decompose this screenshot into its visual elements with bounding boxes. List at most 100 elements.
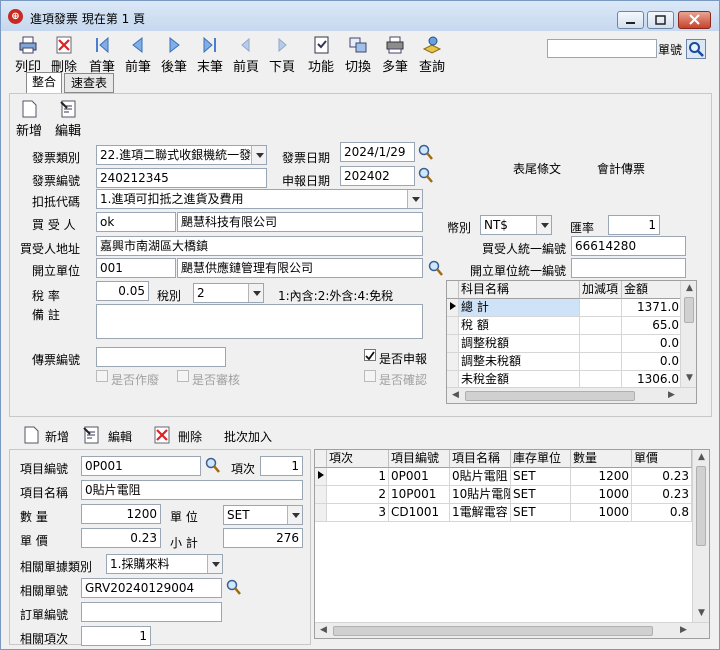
issuer-taxid-field[interactable]: [571, 258, 686, 278]
multi-record-button[interactable]: 多筆: [378, 35, 412, 75]
scroll-thumb[interactable]: [696, 466, 706, 546]
first-record-button[interactable]: 首筆: [85, 35, 119, 75]
detail-delete-button[interactable]: 刪除: [152, 425, 212, 447]
magnifier-icon[interactable]: [225, 579, 242, 596]
summary-cell-name[interactable]: 總 計: [459, 299, 580, 317]
unit-select[interactable]: SET: [223, 505, 303, 525]
voucher-no-field[interactable]: [96, 347, 226, 367]
ref-type-select[interactable]: 1.採購來料: [106, 554, 223, 574]
rate-field[interactable]: 1: [608, 215, 660, 235]
seq-field[interactable]: 1: [260, 456, 303, 476]
table-row[interactable]: 2 10P001 10貼片電阻 SET 1000 0.23: [315, 486, 709, 504]
summary-col-name[interactable]: 科目名稱: [459, 281, 580, 299]
qty-field[interactable]: 1200: [81, 504, 161, 524]
items-horizontal-scrollbar[interactable]: ◀ ▶: [315, 622, 709, 638]
summary-cell-sign[interactable]: [580, 353, 622, 371]
table-row[interactable]: 1 0P001 0貼片電阻 SET 1200 0.23: [315, 468, 709, 486]
magnifier-icon[interactable]: [417, 167, 434, 184]
prev-record-button[interactable]: 前筆: [121, 35, 155, 75]
tax-rate-field[interactable]: 0.05: [96, 281, 149, 301]
items-vertical-scrollbar[interactable]: ▲ ▼: [692, 450, 709, 622]
items-cell-name[interactable]: 10貼片電阻: [450, 486, 511, 504]
tax-type-select[interactable]: 2: [193, 283, 264, 303]
item-name-field[interactable]: 0貼片電阻: [81, 480, 303, 500]
summary-cell-amount[interactable]: 65.0: [622, 317, 682, 335]
buyer-taxid-field[interactable]: 66614280: [571, 236, 686, 256]
items-col-qty[interactable]: 數量: [571, 450, 632, 468]
items-cell-name[interactable]: 1電解電容: [450, 504, 511, 522]
items-cell-unit[interactable]: SET: [511, 486, 571, 504]
scroll-right-icon[interactable]: ▶: [663, 390, 680, 400]
search-button[interactable]: [686, 39, 706, 59]
summary-horizontal-scrollbar[interactable]: ◀ ▶: [447, 387, 696, 403]
chevron-down-icon[interactable]: [251, 146, 266, 164]
scroll-thumb[interactable]: [333, 626, 653, 636]
summary-cell-sign[interactable]: [580, 335, 622, 353]
detail-edit-button[interactable]: 編輯: [81, 425, 141, 447]
items-col-seq[interactable]: 項次: [327, 450, 389, 468]
issuer-name-field[interactable]: 颶慧供應鏈管理有限公司: [177, 258, 423, 278]
query-button[interactable]: 查詢: [415, 35, 449, 75]
scroll-down-icon[interactable]: ▼: [693, 608, 709, 618]
invoice-no-field[interactable]: 240212345: [96, 168, 267, 188]
prev-page-button[interactable]: 前頁: [229, 35, 263, 75]
items-cell-price[interactable]: 0.8: [632, 504, 692, 522]
table-row[interactable]: 3 CD1001 1電解電容 SET 1000 0.8: [315, 504, 709, 522]
items-cell-qty[interactable]: 1000: [571, 504, 632, 522]
footer-text-link[interactable]: 表尾條文: [513, 160, 561, 177]
summary-cell-sign[interactable]: [580, 299, 622, 317]
items-col-price[interactable]: 單價: [632, 450, 692, 468]
summary-row[interactable]: 調整稅額 0.0: [447, 335, 696, 353]
currency-select[interactable]: NT$: [480, 215, 552, 235]
scroll-right-icon[interactable]: ▶: [675, 625, 692, 635]
items-cell-seq[interactable]: 2: [327, 486, 389, 504]
header-add-button[interactable]: 新增: [13, 99, 45, 139]
items-col-name[interactable]: 項目名稱: [450, 450, 511, 468]
summary-cell-name[interactable]: 調整未稅額: [459, 353, 580, 371]
tab-integrated[interactable]: 整合: [26, 72, 62, 94]
summary-cell-amount[interactable]: 0.0: [622, 353, 682, 371]
report-date-field[interactable]: 202402: [340, 166, 415, 186]
deduction-code-select[interactable]: 1.進項可扣抵之進貨及費用: [96, 189, 423, 209]
chevron-down-icon[interactable]: [536, 216, 551, 234]
summary-vertical-scrollbar[interactable]: ▲ ▼: [680, 281, 696, 387]
items-cell-qty[interactable]: 1000: [571, 486, 632, 504]
summary-cell-amount[interactable]: 0.0: [622, 335, 682, 353]
print-button[interactable]: 列印: [11, 35, 45, 75]
buyer-code-field[interactable]: ok: [96, 212, 176, 232]
items-cell-price[interactable]: 0.23: [632, 486, 692, 504]
next-record-button[interactable]: 後筆: [157, 35, 191, 75]
order-no-field[interactable]: [81, 602, 222, 622]
summary-cell-name[interactable]: 稅 額: [459, 317, 580, 335]
scroll-up-icon[interactable]: ▲: [681, 283, 696, 293]
note-textarea[interactable]: [96, 304, 423, 339]
items-cell-seq[interactable]: 1: [327, 468, 389, 486]
scroll-left-icon[interactable]: ◀: [315, 625, 332, 635]
summary-cell-sign[interactable]: [580, 317, 622, 335]
tab-quick-lookup[interactable]: 速查表: [64, 73, 114, 93]
chevron-down-icon[interactable]: [407, 190, 422, 208]
summary-row[interactable]: 總 計 1371.0: [447, 299, 696, 317]
maximize-button[interactable]: [647, 11, 674, 29]
items-col-code[interactable]: 項目編號: [389, 450, 450, 468]
buyer-address-field[interactable]: 嘉興市南湖區大橋鎮: [96, 236, 423, 256]
item-code-field[interactable]: 0P001: [81, 456, 201, 476]
items-cell-name[interactable]: 0貼片電阻: [450, 468, 511, 486]
items-cell-seq[interactable]: 3: [327, 504, 389, 522]
function-button[interactable]: 功能: [304, 35, 338, 75]
summary-cell-amount[interactable]: 1371.0: [622, 299, 682, 317]
confirm-checkbox[interactable]: [364, 370, 376, 382]
summary-col-amount[interactable]: 金額: [622, 281, 682, 299]
audit-checkbox[interactable]: [177, 370, 189, 382]
void-checkbox[interactable]: [96, 370, 108, 382]
items-cell-unit[interactable]: SET: [511, 468, 571, 486]
chevron-down-icon[interactable]: [287, 506, 302, 524]
subtotal-field[interactable]: 276: [223, 528, 303, 548]
delete-button[interactable]: 刪除: [47, 35, 81, 75]
switch-button[interactable]: 切換: [341, 35, 375, 75]
items-col-unit[interactable]: 庫存單位: [511, 450, 571, 468]
items-cell-code[interactable]: 10P001: [389, 486, 450, 504]
items-cell-qty[interactable]: 1200: [571, 468, 632, 486]
magnifier-icon[interactable]: [417, 144, 434, 161]
summary-cell-name[interactable]: 調整稅額: [459, 335, 580, 353]
